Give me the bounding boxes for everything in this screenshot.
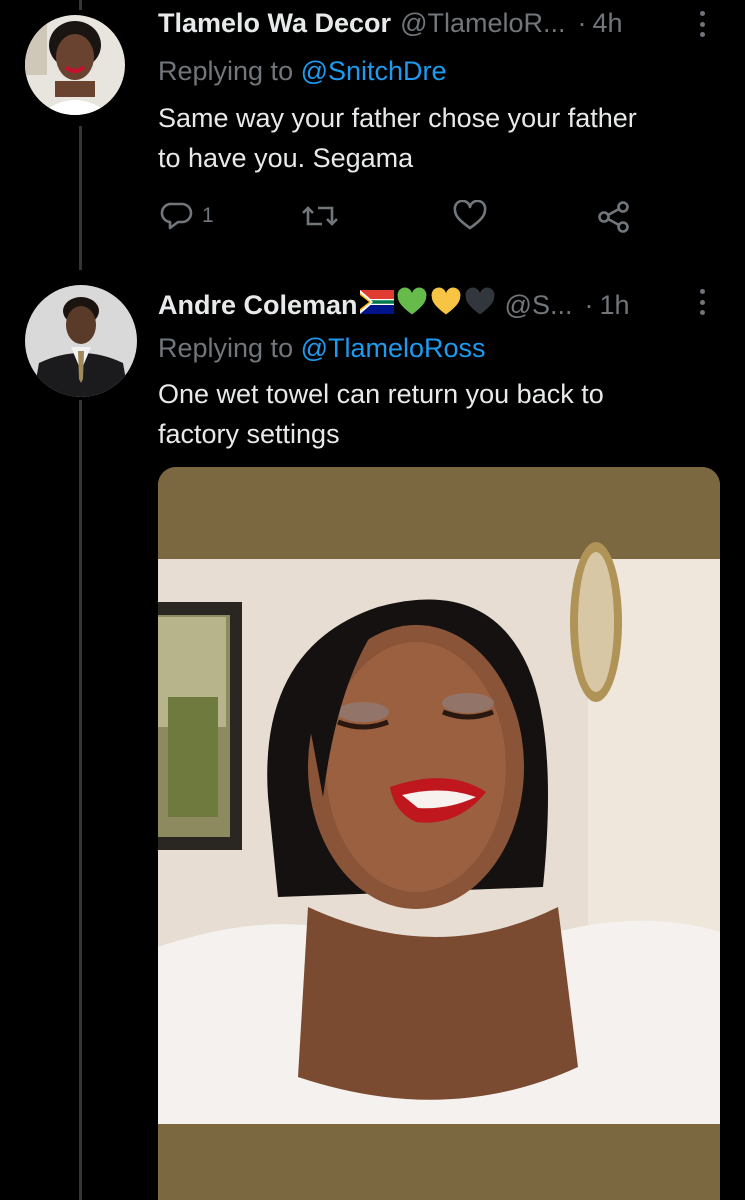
display-name[interactable]: Tlamelo Wa Decor <box>158 8 391 39</box>
timestamp[interactable]: 1h <box>599 290 629 321</box>
avatar-tlamelo[interactable] <box>25 15 125 115</box>
reply-icon <box>160 202 193 230</box>
share-button[interactable] <box>596 200 632 234</box>
replying-to-label: Replying to <box>158 56 301 86</box>
separator-dot: · <box>577 8 587 38</box>
thread-line-bottom <box>79 400 82 1200</box>
south-africa-flag-icon <box>359 290 394 321</box>
photo-woman-smiling <box>158 467 720 1200</box>
display-name[interactable]: Andre Coleman <box>158 290 358 321</box>
timestamp[interactable]: 4h <box>593 8 623 39</box>
heart-icon <box>453 200 487 230</box>
mention-link[interactable]: @SnitchDre <box>301 56 447 86</box>
tweet-media-image[interactable] <box>158 467 720 1200</box>
reply-button[interactable]: 1 <box>160 200 214 232</box>
tweet-1-text: Same way your father chose your father t… <box>158 98 637 178</box>
replying-to: Replying to @TlameloRoss <box>158 333 486 364</box>
replying-to-label: Replying to <box>158 333 301 363</box>
reply-count: 1 <box>202 204 214 227</box>
handle[interactable]: @S... <box>505 290 573 321</box>
green-heart-icon <box>396 287 428 324</box>
tweet-text-line: to have you. Segama <box>158 143 414 173</box>
tweet-2-text: One wet towel can return you back to fac… <box>158 374 604 454</box>
mention-link[interactable]: @TlameloRoss <box>301 333 486 363</box>
share-icon <box>598 201 629 233</box>
like-button[interactable] <box>452 200 488 232</box>
handle[interactable]: @TlameloR... <box>400 8 565 39</box>
more-options-icon[interactable] <box>700 11 706 37</box>
retweet-button[interactable] <box>300 200 340 232</box>
tweet-text-line: factory settings <box>158 419 340 449</box>
black-heart-icon <box>464 287 496 324</box>
replying-to: Replying to @SnitchDre <box>158 56 447 87</box>
tweet-2-header: Andre Coleman @S... · 1h <box>158 287 630 324</box>
retweet-icon <box>302 206 338 226</box>
thread-line-connector <box>79 126 82 270</box>
more-options-icon[interactable] <box>700 289 706 315</box>
thread-line-top <box>79 0 82 10</box>
tweet-1-header: Tlamelo Wa Decor @TlameloR... · 4h <box>158 8 623 39</box>
tweet-text-line: Same way your father chose your father <box>158 103 637 133</box>
separator-dot: · <box>584 290 594 320</box>
yellow-heart-icon <box>430 287 462 324</box>
tweet-text-line: One wet towel can return you back to <box>158 379 604 409</box>
avatar-andre[interactable] <box>25 285 137 397</box>
